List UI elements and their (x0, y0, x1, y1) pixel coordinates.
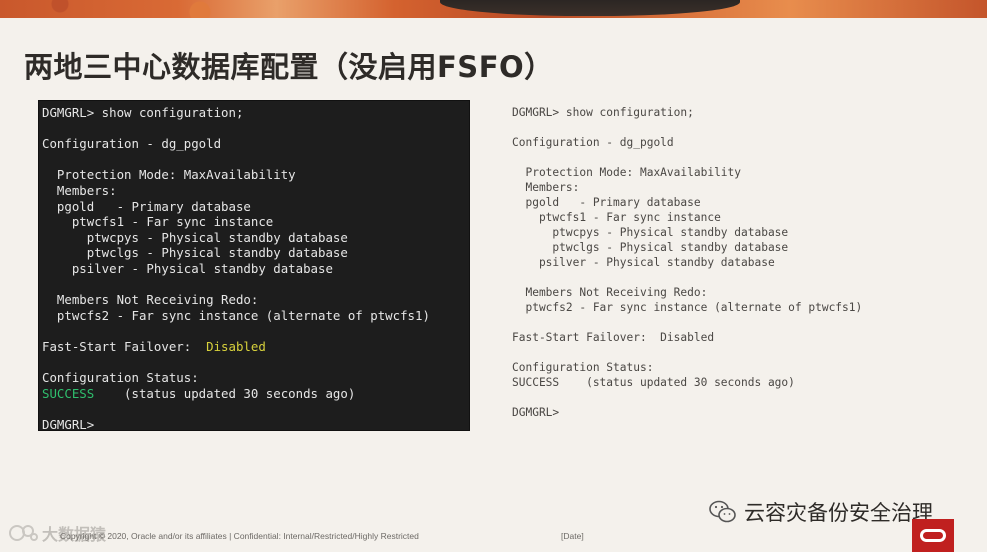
plain-line: pgold - Primary database (512, 196, 701, 209)
oracle-logo-icon (912, 519, 954, 552)
wechat-account: 云容灾备份安全治理 (708, 497, 933, 527)
terminal-line: Members Not Receiving Redo: (42, 292, 259, 308)
terminal-status-word: SUCCESS (42, 385, 95, 401)
plain-line (512, 270, 952, 285)
plain-line: ptwcpys - Physical standby database (512, 226, 789, 239)
footer-date: [Date] (561, 531, 584, 541)
terminal-failover-label: Fast-Start Failover: (42, 338, 207, 354)
plain-line (512, 315, 952, 330)
wechat-account-name: 云容灾备份安全治理 (744, 501, 933, 525)
plain-line (512, 345, 952, 360)
terminal-line: ptwcpys - Physical standby database (42, 229, 348, 245)
plain-line: ptwcfs1 - Far sync instance (512, 211, 721, 224)
terminal-failover-status: Disabled (206, 338, 266, 354)
plain-line (512, 390, 952, 405)
plain-line: psilver - Physical standby database (512, 256, 775, 269)
plain-line: SUCCESS (status updated 30 seconds ago) (512, 376, 795, 389)
plain-text-output: DGMGRL> show configuration; Configuratio… (512, 105, 952, 420)
oracle-logo-ring (920, 529, 946, 542)
watermark-logo-icon (9, 525, 38, 541)
terminal-line: pgold - Primary database (42, 198, 251, 214)
terminal-line: ptwcfs2 - Far sync instance (alternate o… (42, 307, 430, 323)
footer-copyright: Copyright © 2020, Oracle and/or its affi… (60, 531, 419, 541)
plain-line: Configuration Status: (512, 361, 654, 374)
terminal-status-line: SUCCESS (status updated 30 seconds ago) (42, 386, 469, 402)
plain-line: ptwcfs2 - Far sync instance (alternate o… (512, 301, 863, 314)
plain-line: DGMGRL> show configuration; (512, 106, 694, 119)
terminal-line: Members: (42, 182, 117, 198)
terminal-line: Protection Mode: MaxAvailability (42, 167, 296, 183)
terminal-line: Configuration Status: (42, 370, 199, 386)
plain-line: ptwclgs - Physical standby database (512, 241, 789, 254)
terminal-failover-line: Fast-Start Failover: Disabled (42, 339, 469, 355)
plain-line (512, 120, 952, 135)
wechat-icon (709, 500, 736, 523)
plain-line: Fast-Start Failover: Disabled (512, 331, 715, 344)
terminal-line: Configuration - dg_pgold (42, 136, 222, 152)
slide-title: 两地三中心数据库配置（没启用FSFO） (24, 50, 554, 84)
plain-line: Configuration - dg_pgold (512, 136, 674, 149)
terminal-line: ptwclgs - Physical standby database (42, 245, 348, 261)
plain-line: Members Not Receiving Redo: (512, 286, 708, 299)
terminal-status-detail: (status updated 30 seconds ago) (94, 385, 356, 401)
terminal-line: DGMGRL> show configuration; (42, 105, 244, 120)
plain-line: Members: (512, 181, 580, 194)
terminal-line: psilver - Physical standby database (42, 260, 333, 276)
terminal-line: ptwcfs1 - Far sync instance (42, 214, 274, 230)
plain-line: DGMGRL> (512, 406, 560, 419)
terminal-prompt: DGMGRL> (42, 416, 95, 432)
plain-line: Protection Mode: MaxAvailability (512, 166, 742, 179)
terminal-screenshot: DGMGRL> show configuration; Configuratio… (38, 100, 470, 432)
plain-line (512, 150, 952, 165)
